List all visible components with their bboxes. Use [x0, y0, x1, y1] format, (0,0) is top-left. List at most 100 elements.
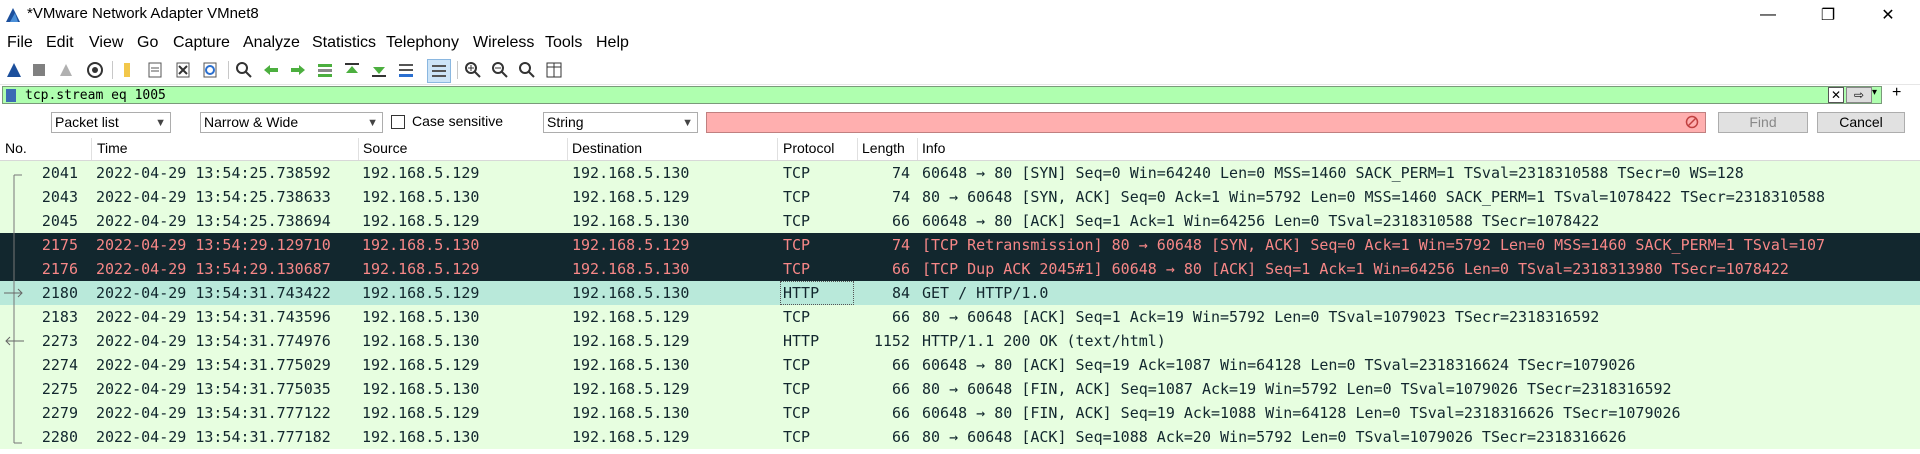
maximize-button[interactable]: ❐ [1800, 0, 1856, 30]
find-input[interactable] [706, 112, 1706, 133]
packet-protocol: TCP [783, 212, 811, 230]
go-forward-icon[interactable] [287, 59, 309, 81]
reload-file-icon[interactable] [199, 59, 221, 81]
packet-info: HTTP/1.1 200 OK (text/html) [922, 332, 1166, 350]
packet-protocol: TCP [783, 356, 811, 374]
packet-time: 2022-04-29 13:54:25.738592 [96, 164, 331, 182]
find-button[interactable]: Find [1718, 112, 1808, 133]
packet-length: 66 [891, 212, 910, 230]
search-type-select[interactable]: String ▼ [543, 112, 698, 133]
clear-search-icon[interactable] [1685, 115, 1699, 129]
stop-capture-icon[interactable] [28, 59, 50, 81]
case-sensitive-checkbox[interactable] [391, 115, 405, 129]
packet-length: 74 [891, 164, 910, 182]
clear-filter-icon[interactable]: ✕ [1828, 87, 1844, 103]
column-header-no[interactable]: No. [5, 140, 27, 156]
capture-options-icon[interactable] [84, 59, 106, 81]
character-width-value: Narrow & Wide [204, 114, 299, 130]
packet-destination: 192.168.5.130 [572, 164, 690, 182]
packet-row[interactable]: 2280 2022-04-29 13:54:31.777182 192.168.… [0, 425, 1920, 449]
go-to-packet-icon[interactable] [314, 59, 336, 81]
start-capture-icon[interactable] [3, 59, 25, 81]
menu-edit[interactable]: Edit [46, 34, 74, 52]
packet-length: 74 [891, 188, 910, 206]
packet-info: 60648 → 80 [ACK] Seq=1 Ack=1 Win=64256 L… [922, 212, 1600, 230]
cancel-button[interactable]: Cancel [1817, 112, 1905, 133]
packet-row[interactable]: 2274 2022-04-29 13:54:31.775029 192.168.… [0, 353, 1920, 377]
packet-destination: 192.168.5.129 [572, 188, 690, 206]
resize-columns-icon[interactable] [543, 59, 565, 81]
window-title: *VMware Network Adapter VMnet8 [27, 5, 259, 22]
first-packet-icon[interactable] [341, 59, 363, 81]
packet-row[interactable]: 2176 2022-04-29 13:54:29.130687 192.168.… [0, 257, 1920, 281]
column-header-source[interactable]: Source [363, 140, 407, 156]
menu-tools[interactable]: Tools [545, 34, 582, 52]
menu-go[interactable]: Go [137, 34, 158, 52]
packet-protocol: TCP [783, 428, 811, 446]
packet-protocol: TCP [783, 164, 811, 182]
packet-time: 2022-04-29 13:54:25.738633 [96, 188, 331, 206]
packet-row[interactable]: 2180 2022-04-29 13:54:31.743422 192.168.… [0, 281, 1920, 305]
menu-telephony[interactable]: Telephony [386, 34, 459, 52]
menu-help[interactable]: Help [596, 34, 629, 52]
find-packet-icon[interactable] [233, 59, 255, 81]
main-toolbar [0, 56, 1920, 85]
open-file-icon[interactable] [117, 59, 139, 81]
packet-info: 80 → 60648 [ACK] Seq=1088 Ack=20 Win=579… [922, 428, 1627, 446]
column-header-info[interactable]: Info [922, 140, 945, 156]
autoscroll-icon[interactable] [395, 59, 417, 81]
column-header-destination[interactable]: Destination [572, 140, 642, 156]
packet-length: 84 [891, 284, 910, 302]
column-header-length[interactable]: Length [862, 140, 905, 156]
packet-row[interactable]: 2041 2022-04-29 13:54:25.738592 192.168.… [0, 161, 1920, 185]
packet-row[interactable]: 2043 2022-04-29 13:54:25.738633 192.168.… [0, 185, 1920, 209]
column-header-time[interactable]: Time [97, 140, 128, 156]
packet-destination: 192.168.5.130 [572, 212, 690, 230]
packet-row[interactable]: 2183 2022-04-29 13:54:31.743596 192.168.… [0, 305, 1920, 329]
packet-row[interactable]: 2045 2022-04-29 13:54:25.738694 192.168.… [0, 209, 1920, 233]
menu-analyze[interactable]: Analyze [243, 34, 300, 52]
packet-length: 66 [891, 260, 910, 278]
packet-info: 60648 → 80 [FIN, ACK] Seq=19 Ack=1088 Wi… [922, 404, 1681, 422]
menu-statistics[interactable]: Statistics [312, 34, 376, 52]
packet-row[interactable]: 2175 2022-04-29 13:54:29.129710 192.168.… [0, 233, 1920, 257]
close-button[interactable]: ✕ [1860, 0, 1916, 30]
menu-capture[interactable]: Capture [173, 34, 230, 52]
packet-time: 2022-04-29 13:54:31.743422 [96, 284, 331, 302]
packet-destination: 192.168.5.130 [572, 260, 690, 278]
add-filter-button-icon[interactable]: + [1892, 84, 1901, 102]
minimize-button[interactable]: — [1740, 0, 1796, 30]
packet-source: 192.168.5.129 [362, 260, 480, 278]
zoom-in-icon[interactable] [462, 59, 484, 81]
packet-length: 1152 [873, 332, 910, 350]
packet-source: 192.168.5.130 [362, 188, 480, 206]
packet-destination: 192.168.5.129 [572, 428, 690, 446]
packet-destination: 192.168.5.129 [572, 236, 690, 254]
search-in-select[interactable]: Packet list ▼ [51, 112, 171, 133]
normal-size-icon[interactable] [516, 59, 538, 81]
last-packet-icon[interactable] [368, 59, 390, 81]
apply-filter-icon[interactable]: ⇨ [1846, 87, 1872, 103]
close-file-icon[interactable] [172, 59, 194, 81]
chevron-down-icon: ▼ [367, 117, 378, 129]
packet-row[interactable]: 2273 2022-04-29 13:54:31.774976 192.168.… [0, 329, 1920, 353]
packet-source: 192.168.5.130 [362, 380, 480, 398]
menu-view[interactable]: View [89, 34, 123, 52]
column-header-protocol[interactable]: Protocol [783, 140, 834, 156]
menu-wireless[interactable]: Wireless [473, 34, 534, 52]
packet-row[interactable]: 2275 2022-04-29 13:54:31.775035 192.168.… [0, 377, 1920, 401]
save-file-icon[interactable] [144, 59, 166, 81]
packet-source: 192.168.5.129 [362, 356, 480, 374]
packet-protocol: TCP [783, 260, 811, 278]
character-width-select[interactable]: Narrow & Wide ▼ [200, 112, 383, 133]
go-back-icon[interactable] [260, 59, 282, 81]
packet-row[interactable]: 2279 2022-04-29 13:54:31.777122 192.168.… [0, 401, 1920, 425]
packet-info: GET / HTTP/1.0 [922, 284, 1049, 302]
filter-history-chevron-icon[interactable]: ▾ [1872, 87, 1877, 98]
filter-bookmark-icon[interactable] [6, 89, 16, 102]
display-filter-input[interactable]: tcp.stream eq 1005 [2, 86, 1882, 104]
restart-capture-icon[interactable] [55, 59, 77, 81]
colorize-icon[interactable] [427, 59, 451, 83]
zoom-out-icon[interactable] [489, 59, 511, 81]
menu-file[interactable]: File [7, 34, 33, 52]
